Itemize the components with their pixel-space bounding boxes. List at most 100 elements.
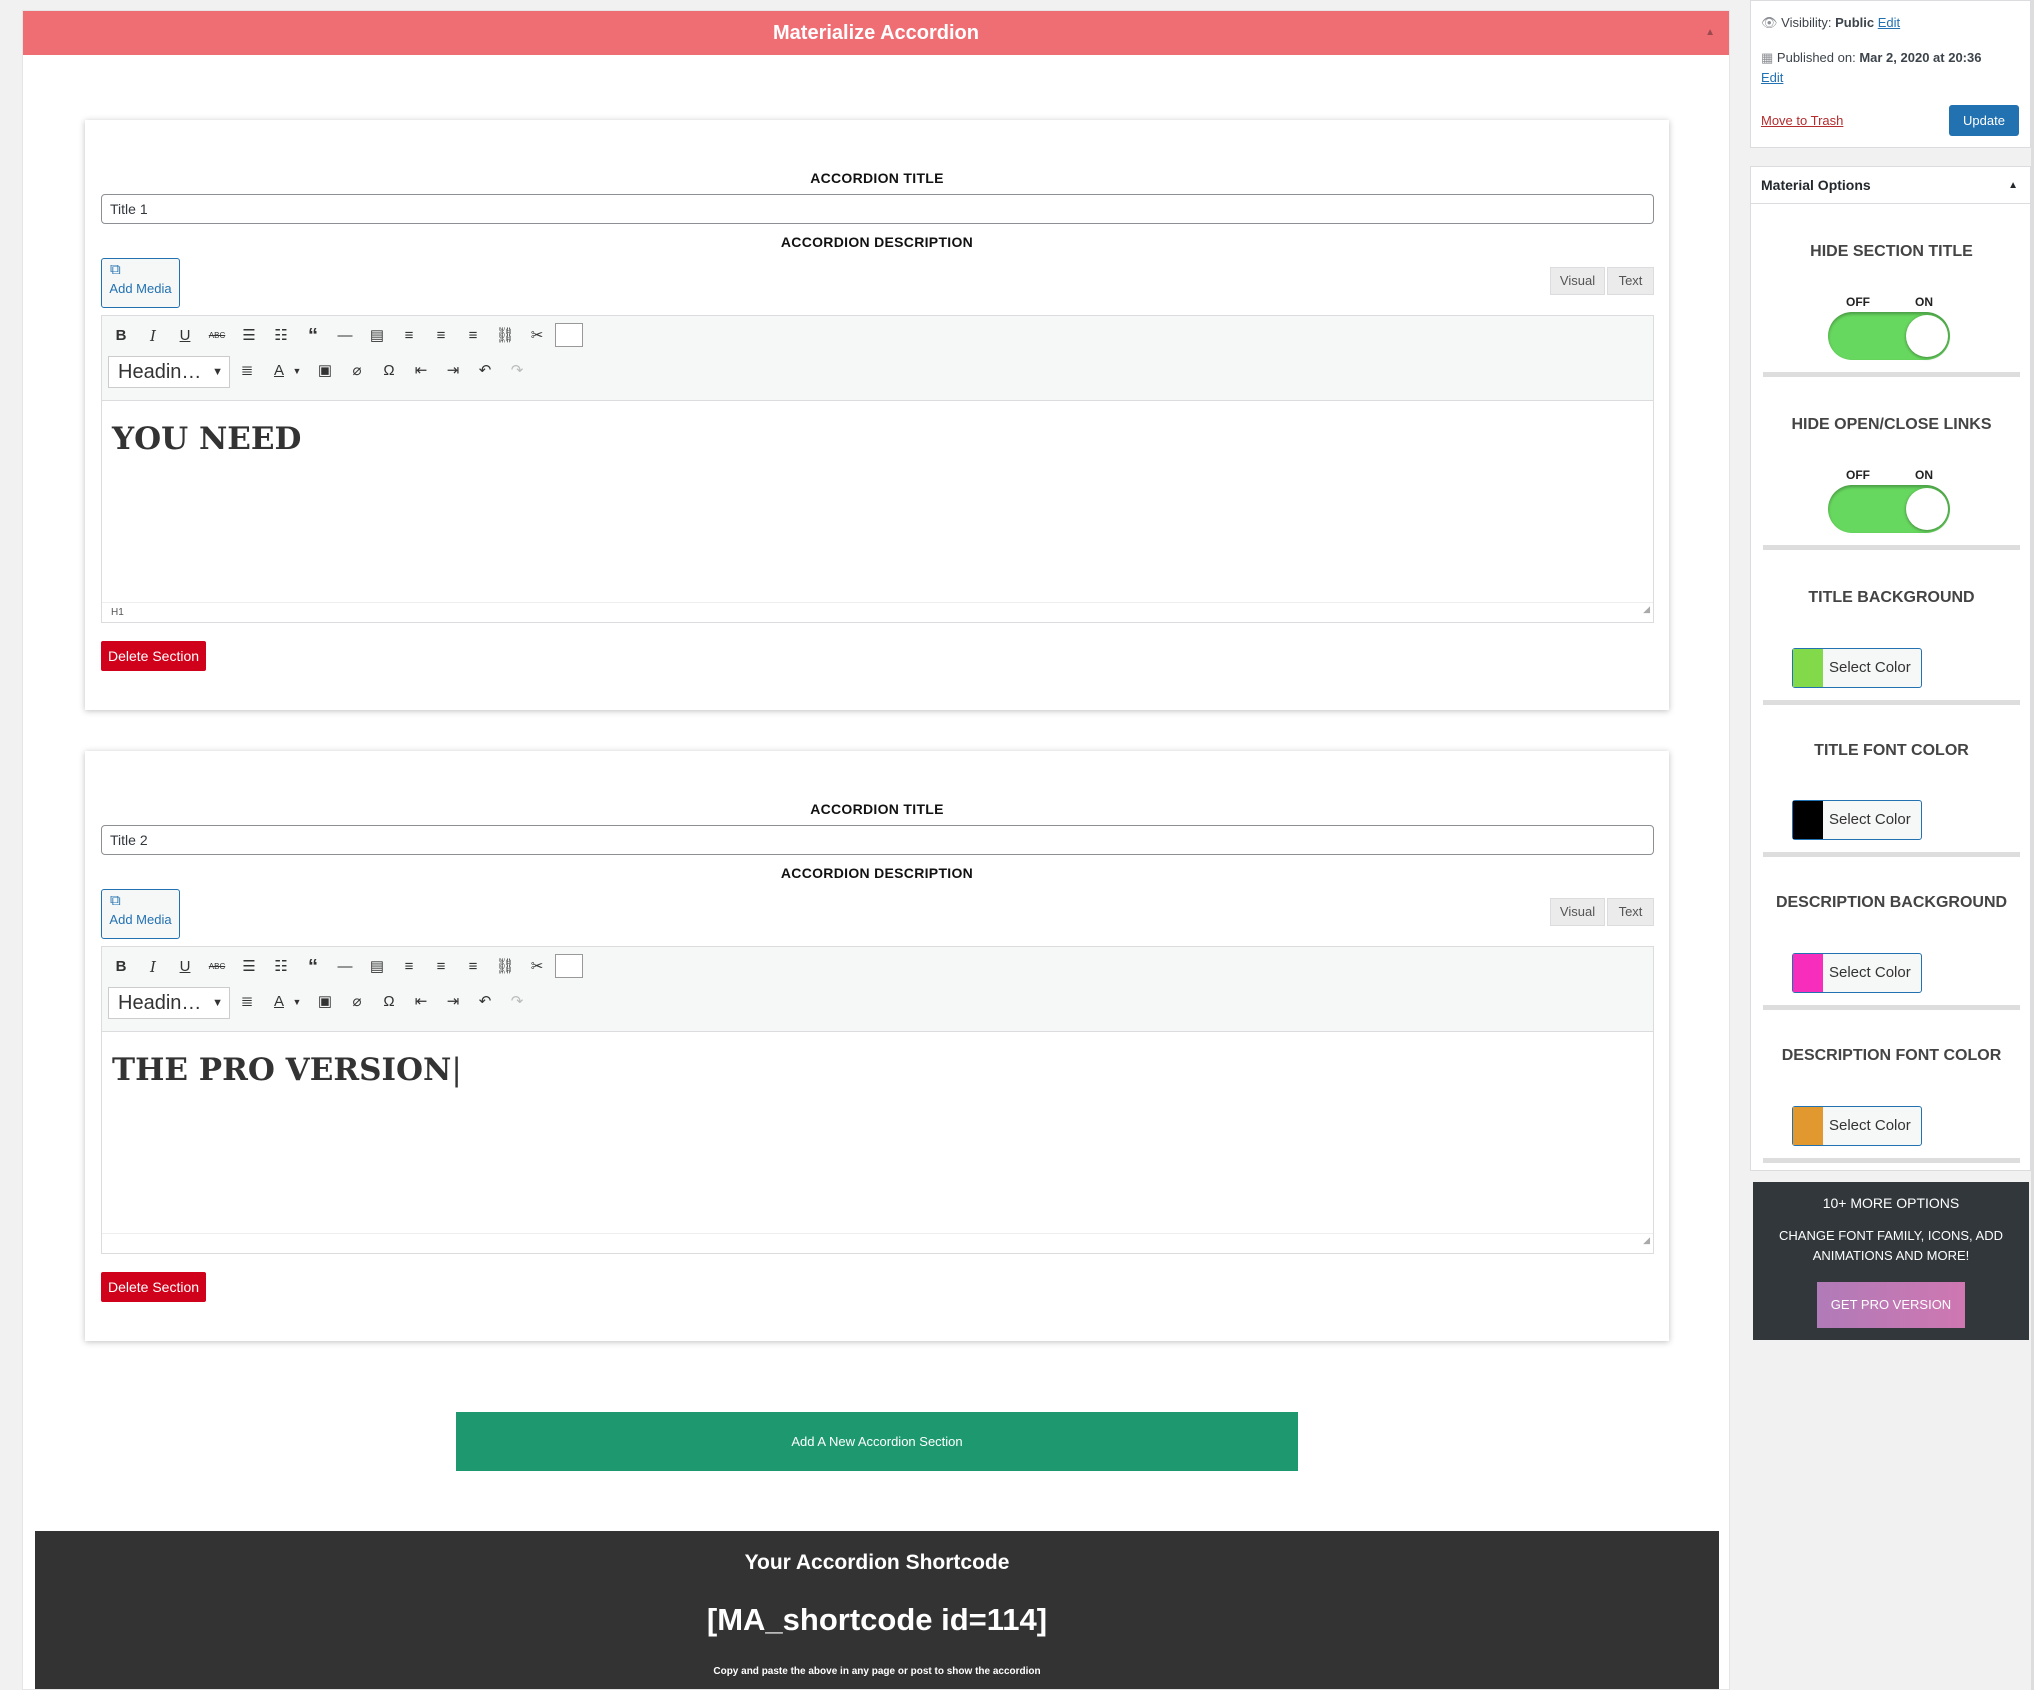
bullet-list-icon[interactable]: ☰ [238, 956, 260, 978]
editor-toolbar: B I U ABC ☰ ☷ “ — ▤ ≡ ≡ ≡ ⛓ ✂ Headin… ▼ … [102, 947, 1653, 1032]
indent-icon[interactable]: ⇥ [442, 991, 464, 1013]
blockquote-icon[interactable]: “ [302, 956, 324, 978]
accordion-title-input[interactable] [101, 194, 1654, 224]
shortcode-value[interactable]: [MA_shortcode id=114] [35, 1602, 1719, 1638]
horizontal-line-icon[interactable]: — [334, 325, 356, 347]
strikethrough-icon[interactable]: ABC [206, 325, 228, 347]
add-media-button[interactable]: ⧉ Add Media [101, 889, 180, 939]
update-button[interactable]: Update [1949, 105, 2019, 136]
align-center-icon[interactable]: ≡ [430, 325, 452, 347]
bold-icon[interactable]: B [110, 325, 132, 347]
add-accordion-section-button[interactable]: Add A New Accordion Section [456, 1412, 1298, 1471]
align-left-icon[interactable]: ≡ [398, 956, 420, 978]
undo-icon[interactable]: ↶ [474, 991, 496, 1013]
delete-section-button[interactable]: Delete Section [101, 1272, 206, 1302]
strikethrough-icon[interactable]: ABC [206, 956, 228, 978]
switch-off-label: OFF [1846, 295, 1870, 309]
special-character-icon[interactable]: Ω [378, 991, 400, 1013]
toolbar-toggle-icon[interactable] [555, 954, 583, 978]
clear-formatting-icon[interactable]: ⌀ [346, 360, 368, 382]
add-media-label: Add Media [109, 281, 172, 296]
italic-icon[interactable]: I [142, 325, 164, 347]
justify-icon[interactable]: ≣ [236, 360, 258, 382]
editor-content[interactable]: THE PRO VERSION| [112, 1052, 1663, 1088]
bold-icon[interactable]: B [110, 956, 132, 978]
numbered-list-icon[interactable]: ☷ [270, 956, 292, 978]
text-color-caret-icon[interactable]: ▼ [286, 991, 308, 1013]
get-pro-version-button[interactable]: GET PRO VERSION [1817, 1282, 1965, 1328]
blockquote-icon[interactable]: “ [302, 325, 324, 347]
collapse-toggle-icon[interactable]: ▲ [2008, 167, 2018, 204]
tab-text[interactable]: Text [1607, 267, 1654, 295]
indent-icon[interactable]: ⇥ [442, 360, 464, 382]
outdent-icon[interactable]: ⇤ [410, 991, 432, 1013]
add-media-button[interactable]: ⧉ Add Media [101, 258, 180, 308]
paste-text-icon[interactable]: ▣ [314, 360, 336, 382]
accordion-description-label: ACCORDION DESCRIPTION [780, 865, 974, 881]
move-to-trash-link[interactable]: Move to Trash [1761, 113, 1843, 128]
collapse-toggle-icon[interactable]: ▲ [1705, 11, 1715, 55]
hide-section-title-switch[interactable] [1828, 312, 1950, 360]
resize-handle-icon[interactable]: ◢ [1643, 600, 1650, 619]
unlink-icon[interactable]: ✂ [526, 956, 548, 978]
unlink-icon[interactable]: ✂ [526, 325, 548, 347]
tab-visual[interactable]: Visual [1550, 267, 1605, 295]
accordion-title-input[interactable] [101, 825, 1654, 855]
undo-icon[interactable]: ↶ [474, 360, 496, 382]
switch-on-label: ON [1915, 295, 1933, 309]
material-options-header[interactable]: Material Options ▲ [1751, 167, 2030, 204]
visibility-edit-link[interactable]: Edit [1878, 15, 1900, 30]
text-color-caret-icon[interactable]: ▼ [286, 360, 308, 382]
visibility-row: 👁 Visibility: Public Edit [1761, 15, 1900, 31]
text-cursor: | [451, 1052, 462, 1088]
description-font-color-button[interactable]: Select Color [1792, 1106, 1922, 1146]
format-select[interactable]: Headin… ▼ [108, 356, 230, 388]
format-select-value: Headin… [118, 992, 202, 1014]
pro-upsell-box: 10+ MORE OPTIONS CHANGE FONT FAMILY, ICO… [1753, 1182, 2029, 1340]
delete-section-button[interactable]: Delete Section [101, 641, 206, 671]
paste-text-icon[interactable]: ▣ [314, 991, 336, 1013]
tab-visual[interactable]: Visual [1550, 898, 1605, 926]
color-swatch [1793, 801, 1823, 839]
pro-description: CHANGE FONT FAMILY, ICONS, ADD ANIMATION… [1779, 1228, 2003, 1263]
editor-statusbar: ◢ [102, 1233, 1653, 1253]
justify-icon[interactable]: ≣ [236, 991, 258, 1013]
title-font-color-button[interactable]: Select Color [1792, 800, 1922, 840]
redo-icon[interactable]: ↷ [506, 360, 528, 382]
link-icon[interactable]: ⛓ [494, 956, 516, 978]
toolbar-toggle-icon[interactable] [555, 323, 583, 347]
metabox-header[interactable]: Materialize Accordion ▲ [23, 11, 1729, 55]
select-color-label: Select Color [1829, 659, 1911, 676]
read-more-icon[interactable]: ▤ [366, 325, 388, 347]
outdent-icon[interactable]: ⇤ [410, 360, 432, 382]
underline-icon[interactable]: U [174, 956, 196, 978]
format-select[interactable]: Headin… ▼ [108, 987, 230, 1019]
published-edit-link[interactable]: Edit [1761, 70, 1783, 85]
caret-down-icon: ▼ [212, 366, 223, 378]
editor-content[interactable]: YOU NEED [112, 421, 1663, 457]
resize-handle-icon[interactable]: ◢ [1643, 1231, 1650, 1250]
description-background-color-button[interactable]: Select Color [1792, 953, 1922, 993]
bullet-list-icon[interactable]: ☰ [238, 325, 260, 347]
link-icon[interactable]: ⛓ [494, 325, 516, 347]
clear-formatting-icon[interactable]: ⌀ [346, 991, 368, 1013]
tab-text[interactable]: Text [1607, 898, 1654, 926]
italic-icon[interactable]: I [142, 956, 164, 978]
align-left-icon[interactable]: ≡ [398, 325, 420, 347]
special-character-icon[interactable]: Ω [378, 360, 400, 382]
align-center-icon[interactable]: ≡ [430, 956, 452, 978]
format-select-value: Headin… [118, 361, 202, 383]
material-options-box: Material Options ▲ HIDE SECTION TITLE OF… [1750, 166, 2031, 1171]
horizontal-line-icon[interactable]: — [334, 956, 356, 978]
title-background-color-button[interactable]: Select Color [1792, 648, 1922, 688]
underline-icon[interactable]: U [174, 325, 196, 347]
eye-icon: 👁 [1761, 15, 1778, 30]
align-right-icon[interactable]: ≡ [462, 956, 484, 978]
align-right-icon[interactable]: ≡ [462, 325, 484, 347]
read-more-icon[interactable]: ▤ [366, 956, 388, 978]
hide-open-close-switch[interactable] [1828, 485, 1950, 533]
numbered-list-icon[interactable]: ☷ [270, 325, 292, 347]
description-editor: B I U ABC ☰ ☷ “ — ▤ ≡ ≡ ≡ ⛓ ✂ Headin… ▼ … [101, 946, 1654, 1254]
redo-icon[interactable]: ↷ [506, 991, 528, 1013]
visibility-value: Public [1835, 15, 1875, 30]
